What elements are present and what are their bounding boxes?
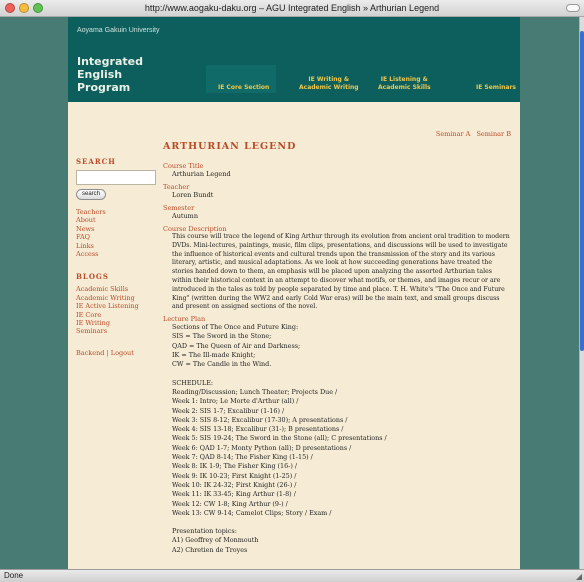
nav-label: IE Seminars	[476, 84, 516, 91]
status-bar: Done ◢	[0, 569, 584, 582]
presentation-line: A1) Geoffrey of Monmouth	[172, 536, 259, 545]
close-window-button[interactable]	[5, 3, 15, 13]
semester-value: Autumn	[172, 212, 199, 220]
schedule-line: Reading/Discussion; Lunch Theater; Proje…	[172, 387, 338, 396]
presentation-line: Presentation topics:	[172, 527, 237, 536]
program-line: English	[77, 68, 123, 81]
window-title: http://www.aogaku-daku.org – AGU Integra…	[144, 3, 440, 13]
schedule-line: Week 10: IK 24-32; First Knight (26-) /	[172, 480, 297, 489]
seminar-a-link[interactable]: Seminar A	[436, 130, 470, 138]
blog-link-ie-core[interactable]: IE Core	[76, 311, 156, 319]
toolbar-toggle-button[interactable]	[566, 4, 580, 12]
schedule-line: Week 5: SIS 19-24; The Sword in the Ston…	[172, 434, 387, 443]
schedule-line: Week 2: SIS 1-7; Excalibur (1-16) /	[172, 406, 285, 415]
sidebar-link-faq[interactable]: FAQ	[76, 233, 156, 241]
browser-viewport: Aoyama Gakuin University Integrated Engl…	[0, 17, 579, 569]
schedule-line: Week 4: SIS 13-18; Excalibur (31-); B pr…	[172, 425, 344, 434]
nav-label: IE Core Section	[218, 84, 270, 91]
page-title: ARTHURIAN LEGEND	[163, 141, 297, 152]
program-line: Integrated	[77, 55, 143, 68]
blog-link-ie-writing[interactable]: IE Writing	[76, 319, 156, 327]
teacher-label: Teacher	[163, 183, 190, 191]
schedule-line: Week 12: CW 1-8; King Arthur (9-) /	[172, 499, 288, 508]
sidebar-links: Teachers About News FAQ Links Access	[76, 208, 156, 258]
blog-link-ie-active-listening[interactable]: IE Active Listening	[76, 302, 156, 310]
presentation-line: A2) Chretien de Troyes	[172, 545, 248, 554]
nav-label: IE Listening &	[380, 76, 428, 83]
plan-line: Sections of The Once and Future King:	[172, 323, 299, 332]
page: Aoyama Gakuin University Integrated Engl…	[68, 17, 520, 569]
lecture-plan-label: Lecture Plan	[163, 315, 206, 324]
program-logo[interactable]: Integrated English Program	[77, 55, 143, 94]
blogs-heading: BLOGS	[76, 272, 109, 282]
schedule-line: Week 13: CW 9-14; Camelot Clips; Story /…	[172, 508, 332, 517]
course-description: This course will trace the legend of Kin…	[172, 233, 510, 311]
nav-label: IE Writing &	[308, 76, 350, 83]
schedule-line: Week 7: QAD 8-14; The Fisher King (1-15)…	[172, 453, 313, 462]
schedule-line: SCHEDULE:	[172, 378, 214, 387]
course-description-label: Course Description	[163, 225, 227, 233]
search-button[interactable]: search	[76, 189, 106, 200]
blog-links: Academic Skills Academic Writing IE Acti…	[76, 285, 156, 335]
nav-label: Academic Skills	[378, 84, 431, 91]
plan-line: IK = The Ill-made Knight;	[172, 351, 256, 360]
schedule-line: Week 8: IK 1-9; The Fisher King (16-) /	[172, 462, 298, 471]
sidebar-link-about[interactable]: About	[76, 216, 156, 224]
zoom-window-button[interactable]	[33, 3, 43, 13]
program-line: Program	[77, 81, 131, 94]
plan-line: CW = The Candle in the Wind.	[172, 360, 272, 369]
schedule-line: Week 11: IK 33-45; King Arthur (1-8) /	[172, 490, 296, 499]
schedule-line: Week 3: SIS 8-12; Excalibur (17-30); A p…	[172, 415, 348, 424]
schedule-line: Week 6: QAD 1-7; Monty Python (all); D p…	[172, 443, 352, 452]
sidebar-link-links[interactable]: Links	[76, 242, 156, 250]
nav-ie-core[interactable]: IE Core Section	[218, 84, 269, 92]
nav-label: Academic Writing	[299, 84, 359, 91]
seminar-b-link[interactable]: Seminar B	[476, 130, 511, 138]
university-name[interactable]: Aoyama Gakuin University	[77, 27, 159, 34]
schedule-line: Week 1: Intro; Le Morte d'Arthur (all) /	[172, 397, 299, 406]
nav-ie-listening[interactable]: IE Listening & Academic Skills	[378, 76, 431, 92]
scrollbar-thumb[interactable]	[580, 31, 584, 351]
plan-line: SIS = The Sword in the Stone;	[172, 332, 272, 341]
plan-line: QAD = The Queen of Air and Darkness;	[172, 341, 301, 350]
main-content: ARTHURIAN LEGEND Course Title Arthurian …	[163, 141, 513, 555]
schedule-line: Week 9: IK 10-23; First Knight (1-25) /	[172, 471, 297, 480]
seminar-links: Seminar A Seminar B	[432, 130, 511, 138]
semester-label: Semester	[163, 204, 195, 212]
search-heading: SEARCH	[76, 157, 116, 166]
course-title-label: Course Title	[163, 162, 204, 170]
blog-link-seminars[interactable]: Seminars	[76, 327, 156, 335]
vertical-scrollbar[interactable]	[579, 17, 584, 569]
search-input[interactable]	[76, 170, 156, 185]
nav-ie-seminars[interactable]: IE Seminars	[476, 84, 516, 92]
lecture-plan: Sections of The Once and Future King: SI…	[163, 323, 513, 555]
backend-logout-link[interactable]: Backend | Logout	[76, 349, 156, 357]
sidebar-link-teachers[interactable]: Teachers	[76, 208, 156, 216]
nav-ie-writing[interactable]: IE Writing & Academic Writing	[299, 76, 359, 92]
window-controls	[5, 3, 43, 13]
course-title-value: Arthurian Legend	[172, 170, 231, 178]
site-banner: Aoyama Gakuin University Integrated Engl…	[68, 17, 520, 102]
blog-link-academic-writing[interactable]: Academic Writing	[76, 294, 156, 302]
sidebar-link-news[interactable]: News	[76, 225, 156, 233]
minimize-window-button[interactable]	[19, 3, 29, 13]
blog-link-academic-skills[interactable]: Academic Skills	[76, 285, 156, 293]
sidebar: SEARCH search Teachers About News FAQ Li…	[76, 157, 156, 357]
browser-titlebar: http://www.aogaku-daku.org – AGU Integra…	[0, 0, 584, 17]
sidebar-link-access[interactable]: Access	[76, 250, 156, 258]
status-text: Done	[4, 571, 24, 580]
teacher-value: Loren Bundt	[172, 191, 214, 199]
resize-grip-icon[interactable]: ◢	[576, 571, 582, 582]
